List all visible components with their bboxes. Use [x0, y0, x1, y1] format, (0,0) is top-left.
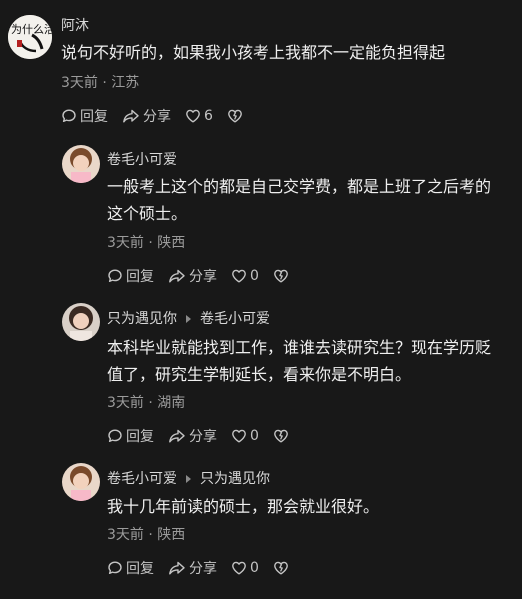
avatar-calligraphy-image: 为什么活: [8, 15, 52, 59]
reply-icon: [107, 560, 123, 576]
dislike-icon: [227, 108, 243, 124]
share-icon: [168, 268, 186, 284]
heart-icon: [231, 428, 247, 444]
share-label: 分享: [189, 429, 217, 445]
comment-thread: 为什么活 阿沐 说句不好听的，如果我小孩考上我都不一定能负担得起 3天前 · 江…: [0, 0, 522, 599]
share-icon: [168, 428, 186, 444]
heart-icon: [185, 108, 201, 124]
reply-icon: [107, 428, 123, 444]
comment-location: 湖南: [157, 395, 186, 411]
comment-time: 3天前: [107, 395, 144, 411]
share-label: 分享: [189, 561, 217, 577]
avatar-child-photo: [62, 145, 100, 183]
share-button[interactable]: 分享: [168, 266, 217, 286]
comment-text-line: 本科毕业就能找到工作，谁谁去读研究生？现在学历贬: [107, 338, 492, 357]
separator: ·: [102, 75, 107, 91]
dislike-icon: [273, 268, 289, 284]
like-count: 0: [250, 428, 259, 444]
comment-actions: 回复 分享 0: [107, 558, 289, 578]
comment-meta: 3天前 · 陕西: [107, 524, 185, 544]
comment-location: 陕西: [157, 527, 186, 543]
comment-author[interactable]: 阿沐: [61, 15, 89, 35]
comment-text: 我十几年前读的硕士，那会就业很好。: [107, 497, 380, 516]
share-button[interactable]: 分享: [122, 106, 171, 126]
share-button[interactable]: 分享: [168, 558, 217, 578]
reply-label: 回复: [126, 269, 154, 285]
reply-item: 卷毛小可爱 只为遇见你 我十几年前读的硕士，那会就业很好。 3天前 · 陕西 回复…: [0, 460, 522, 599]
heart-icon: [231, 560, 247, 576]
like-button[interactable]: 6: [185, 108, 213, 124]
avatar-portrait-photo: [62, 303, 100, 341]
reply-item: 只为遇见你 卷毛小可爱 本科毕业就能找到工作，谁谁去读研究生？现在学历贬 值了，研…: [0, 300, 522, 450]
avatar-text: 为什么活: [11, 23, 52, 36]
like-count: 0: [250, 560, 259, 576]
reply-to-arrow-icon: [186, 314, 191, 323]
share-button[interactable]: 分享: [168, 426, 217, 446]
comment-text-line: 一般考上这个的都是自己交学费，都是上班了之后考的: [107, 177, 492, 196]
like-button[interactable]: 0: [231, 428, 259, 444]
share-label: 分享: [143, 109, 171, 125]
avatar[interactable]: 为什么活: [8, 15, 52, 59]
comment-meta: 3天前 · 江苏: [61, 72, 139, 92]
reply-target[interactable]: 只为遇见你: [200, 471, 270, 487]
comment-text-line: 这个硕士。: [107, 204, 188, 223]
dislike-button[interactable]: [273, 268, 289, 284]
reply-icon: [61, 108, 77, 124]
share-icon: [122, 108, 140, 124]
dislike-button[interactable]: [273, 428, 289, 444]
avatar[interactable]: [62, 145, 100, 183]
comment-time: 3天前: [107, 235, 144, 251]
reply-label: 回复: [80, 109, 108, 125]
comment-meta: 3天前 · 陕西: [107, 232, 185, 252]
like-button[interactable]: 0: [231, 268, 259, 284]
dislike-icon: [273, 428, 289, 444]
dislike-button[interactable]: [273, 560, 289, 576]
separator: ·: [148, 527, 153, 543]
reply-author[interactable]: 卷毛小可爱: [107, 471, 177, 487]
avatar[interactable]: [62, 463, 100, 501]
like-count: 6: [204, 108, 213, 124]
avatar-child-photo: [62, 463, 100, 501]
like-count: 0: [250, 268, 259, 284]
comment-text-line: 值了，研究生学制延长，看来你是不明白。: [107, 365, 412, 384]
reply-button[interactable]: 回复: [107, 266, 154, 286]
comment-actions: 回复 分享 0: [107, 426, 289, 446]
comment-location: 江苏: [111, 75, 140, 91]
reply-label: 回复: [126, 429, 154, 445]
comment-location: 陕西: [157, 235, 186, 251]
dislike-icon: [273, 560, 289, 576]
comment-author[interactable]: 卷毛小可爱: [107, 149, 177, 169]
reply-to-arrow-icon: [186, 474, 191, 483]
comment-text: 说句不好听的，如果我小孩考上我都不一定能负担得起: [61, 43, 446, 62]
reply-label: 回复: [126, 561, 154, 577]
reply-target[interactable]: 卷毛小可爱: [200, 311, 270, 327]
reply-item: 卷毛小可爱 一般考上这个的都是自己交学费，都是上班了之后考的 这个硕士。 3天前…: [0, 140, 522, 290]
comment-item: 为什么活 阿沐 说句不好听的，如果我小孩考上我都不一定能负担得起 3天前 · 江…: [0, 0, 522, 140]
comment-time: 3天前: [61, 75, 98, 91]
reply-button[interactable]: 回复: [61, 106, 108, 126]
comment-actions: 回复 分享 0: [107, 266, 289, 286]
reply-button[interactable]: 回复: [107, 558, 154, 578]
separator: ·: [148, 395, 153, 411]
comment-text: 本科毕业就能找到工作，谁谁去读研究生？现在学历贬 值了，研究生学制延长，看来你是…: [107, 334, 522, 388]
like-button[interactable]: 0: [231, 560, 259, 576]
heart-icon: [231, 268, 247, 284]
dislike-button[interactable]: [227, 108, 243, 124]
comment-actions: 回复 分享 6: [61, 106, 243, 126]
avatar[interactable]: [62, 303, 100, 341]
comment-meta: 3天前 · 湖南: [107, 392, 185, 412]
reply-author[interactable]: 只为遇见你: [107, 311, 177, 327]
comment-time: 3天前: [107, 527, 144, 543]
comment-author: 卷毛小可爱 只为遇见你: [107, 468, 270, 488]
comment-author: 只为遇见你 卷毛小可爱: [107, 308, 270, 328]
separator: ·: [148, 235, 153, 251]
reply-button[interactable]: 回复: [107, 426, 154, 446]
share-icon: [168, 560, 186, 576]
share-label: 分享: [189, 269, 217, 285]
comment-text: 一般考上这个的都是自己交学费，都是上班了之后考的 这个硕士。: [107, 173, 522, 227]
reply-icon: [107, 268, 123, 284]
